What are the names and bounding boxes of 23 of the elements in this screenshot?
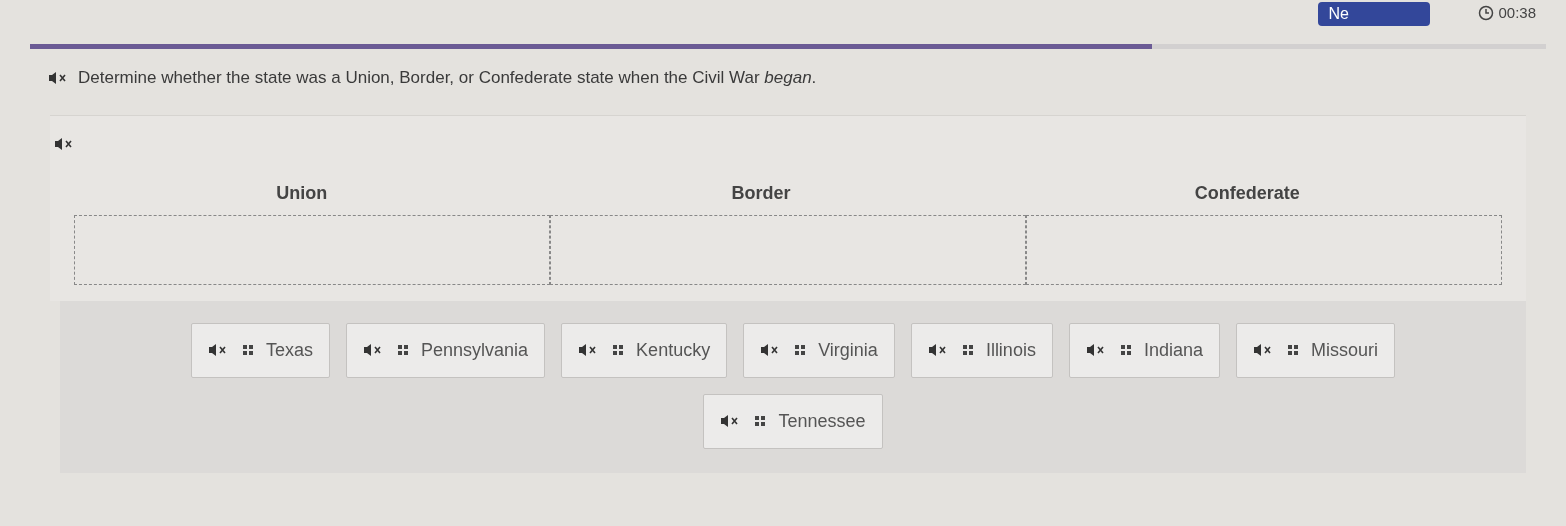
- drag-handle-icon: [794, 344, 807, 356]
- category-heading: Union: [276, 182, 328, 203]
- state-tile[interactable]: Missouri: [1235, 322, 1395, 378]
- drag-handle-icon: [397, 344, 410, 356]
- next-button[interactable]: Ne: [1318, 2, 1431, 26]
- category-heading: Border: [731, 182, 791, 203]
- drag-handle-icon: [754, 415, 767, 427]
- question-text: Determine whether the state was a Union, Border, or Confederate state when the Civil War began.: [78, 67, 817, 89]
- state-tile[interactable]: Kentucky: [561, 322, 728, 378]
- category-heading: Confederate: [1194, 182, 1300, 203]
- drag-handle-icon: [612, 344, 625, 356]
- state-tile[interactable]: Illinois: [910, 322, 1053, 378]
- clock-icon: [1478, 5, 1495, 22]
- state-tile[interactable]: Pennsylvania: [346, 322, 546, 378]
- timer: 00:38: [1498, 3, 1536, 23]
- drag-handle-icon: [1286, 344, 1299, 356]
- drag-handle-icon: [961, 344, 974, 356]
- drag-handle-icon: [1119, 344, 1132, 356]
- drag-handle-icon: [242, 344, 254, 356]
- state-tile[interactable]: Virginia: [743, 322, 895, 378]
- state-tile[interactable]: Texas: [191, 322, 331, 378]
- state-tile[interactable]: Indiana: [1068, 322, 1220, 378]
- state-tile[interactable]: Tennessee: [703, 393, 883, 449]
